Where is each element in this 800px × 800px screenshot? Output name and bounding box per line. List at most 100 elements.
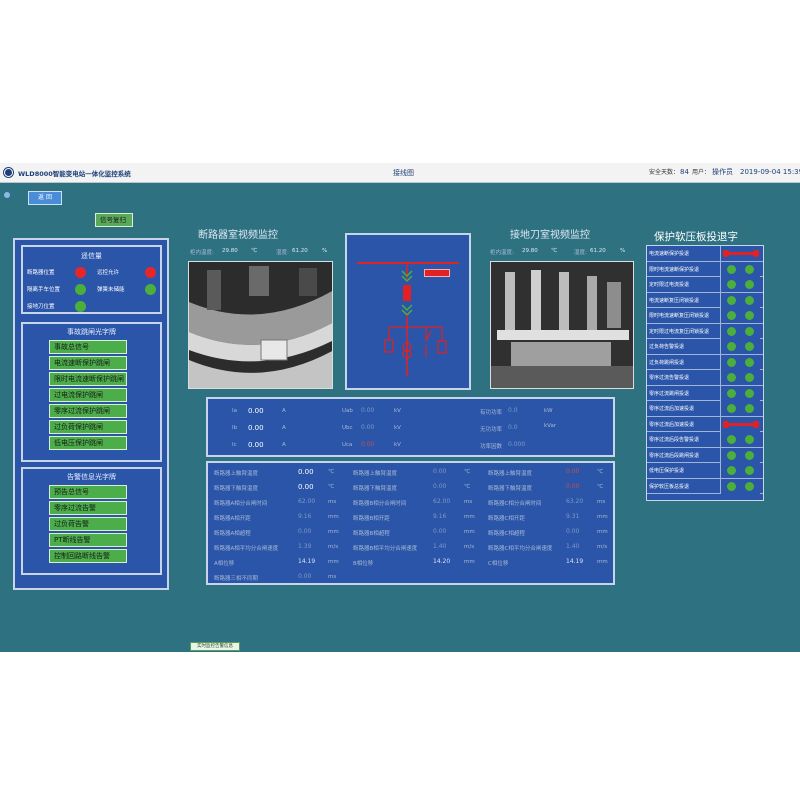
status-led [75, 284, 86, 295]
measure-label: Ubc [342, 425, 353, 431]
protection-switch[interactable] [720, 292, 760, 308]
param-unit: ℃ [597, 469, 604, 475]
measure-label: Ic [232, 442, 237, 448]
status-dot-icon [727, 311, 736, 320]
protection-switch[interactable] [720, 246, 760, 261]
protection-switch[interactable] [720, 447, 760, 463]
protection-switch[interactable] [720, 323, 760, 339]
param-value: 0.00 [433, 483, 447, 490]
trip-button[interactable]: 低电压保护跳闸 [49, 436, 127, 450]
param-label: 断路器B相分合闸时间 [353, 501, 407, 507]
menu-icon[interactable] [4, 192, 10, 198]
signal-reset-button[interactable]: 信号复归 [95, 213, 133, 227]
protection-row-label: 零序过流跳闸投退 [649, 390, 690, 397]
measurements-panel: Ia 0.00 A Uab 0.00 kV 有功功率 0.0 kW Ib 0.0… [206, 397, 615, 457]
protection-switch[interactable] [720, 370, 760, 385]
param-label: 断路器C相平均分合闸速度 [488, 546, 553, 552]
param-label: 断路器上触臂温度 [214, 471, 259, 477]
protection-row: 定时限过电流投退 [647, 277, 763, 293]
protection-switch[interactable] [720, 277, 760, 292]
status-dot-icon [745, 404, 754, 413]
measure-value: 0.00 [248, 407, 264, 415]
status-dot-icon [745, 466, 754, 475]
status-dot-icon [727, 404, 736, 413]
param-value: 0.00 [566, 528, 580, 535]
measure-unit: kVar [544, 423, 557, 429]
param-value: 1.40 [433, 543, 447, 550]
protection-row-label: 零序过流后加速投退 [649, 421, 695, 428]
status-led [145, 267, 156, 278]
param-value: 62.00 [298, 498, 316, 505]
trip-button[interactable]: 事故总信号 [49, 340, 127, 354]
param-label: 断路器上触臂温度 [488, 471, 533, 477]
breaker-col-c: 断路器上触臂温度 0.00 ℃ 断路器下触臂温度 0.00 ℃ 断路器C相分合闸… [488, 467, 612, 582]
param-unit: ℃ [464, 484, 471, 490]
param-label: 断路器B相平均分合闸速度 [353, 546, 418, 552]
trip-button[interactable]: 限时电流速断保护跳闸 [49, 372, 127, 386]
param-value: 0.00 [566, 483, 580, 490]
measure-value: 0.000 [508, 441, 526, 448]
status-dot-icon [745, 481, 754, 491]
protection-row-label: 零序过流告警投退 [649, 375, 690, 381]
protection-switch[interactable] [720, 463, 760, 478]
param-value: 0.00 [566, 468, 580, 475]
measure-label: 无功功率 [480, 427, 503, 433]
param-value: 9.16 [433, 513, 447, 520]
trip-button[interactable]: 零序过流保护跳闸 [49, 404, 127, 418]
right-camera-feed[interactable] [490, 261, 634, 389]
measure-label: 有功功率 [480, 410, 503, 416]
switch-knob-icon [753, 250, 759, 257]
protection-row: 过负荷跳闸投退 [647, 354, 763, 370]
trip-button[interactable]: 电流速断保护跳闸 [49, 356, 127, 370]
right-temp-value: 29.80 [522, 248, 538, 254]
left-camera-feed[interactable] [188, 261, 333, 389]
alarm-button[interactable]: 预告总信号 [49, 485, 127, 499]
protection-row: 定时限过电流复压闭锁投退 [647, 323, 763, 339]
param-label: 断路器C相分合闸时间 [488, 501, 542, 507]
diagram-tag[interactable] [424, 269, 450, 277]
protection-switch[interactable] [720, 308, 760, 323]
protection-switch[interactable] [720, 416, 760, 432]
protection-switch[interactable] [720, 385, 760, 401]
param-unit: mm [464, 559, 475, 565]
right-hum-unit: % [620, 248, 626, 254]
status-dot-icon [727, 342, 736, 351]
protection-switch[interactable] [720, 432, 760, 447]
app-logo-icon [4, 168, 13, 177]
return-button[interactable]: 返 回 [28, 191, 62, 205]
trip-button[interactable]: 过负荷保护跳闸 [49, 420, 127, 434]
left-temp-label: 柜内温度: [190, 250, 214, 256]
param-unit: mm [464, 514, 475, 520]
protection-row: 零序过流跳闸投退 [647, 385, 763, 401]
trip-panel: 事故跳闸光字牌 事故总信号 电流速断保护跳闸 限时电流速断保护跳闸 过电流保护跳… [21, 322, 162, 462]
status-label: 弹簧未储能 [97, 287, 125, 293]
measure-unit: kV [394, 442, 401, 448]
alarm-button[interactable]: PT断线告警 [49, 533, 127, 547]
protection-switch[interactable] [720, 339, 760, 354]
alarm-button[interactable]: 过负荷告警 [49, 517, 127, 531]
measure-value: 0.00 [248, 441, 264, 449]
status-dot-icon [745, 264, 754, 274]
realtime-alarm-button[interactable]: 实时监控告警信息 [190, 642, 240, 651]
param-label: 断路器C相开距 [488, 516, 525, 522]
alarm-button[interactable]: 零序过流告警 [49, 501, 127, 515]
left-hum-value: 61.20 [292, 248, 308, 254]
safe-days-label: 安全天数： [649, 169, 680, 176]
alarm-button[interactable]: 控制回路断线告警 [49, 549, 127, 563]
trip-button[interactable]: 过电流保护跳闸 [49, 388, 127, 402]
protection-row-label: 过负荷跳闸投退 [649, 359, 685, 366]
protection-switch[interactable] [720, 261, 760, 277]
status-dot-icon [745, 280, 754, 289]
param-value: 0.00 [298, 468, 314, 476]
protection-switch[interactable] [720, 354, 760, 370]
protection-switch[interactable] [720, 401, 760, 416]
protection-switch[interactable] [720, 478, 760, 494]
param-label: 断路器C相超程 [488, 531, 525, 537]
app-title: WLD8000智能变电站一体化监控系统 [18, 170, 131, 178]
left-camera-title: 断路器室视频监控 [198, 230, 278, 241]
left-hum-unit: % [322, 248, 328, 254]
param-value: 14.20 [433, 558, 451, 565]
left-hum-label: 湿度: [276, 250, 289, 256]
single-line-diagram [345, 233, 471, 390]
param-unit: m/s [464, 544, 475, 550]
